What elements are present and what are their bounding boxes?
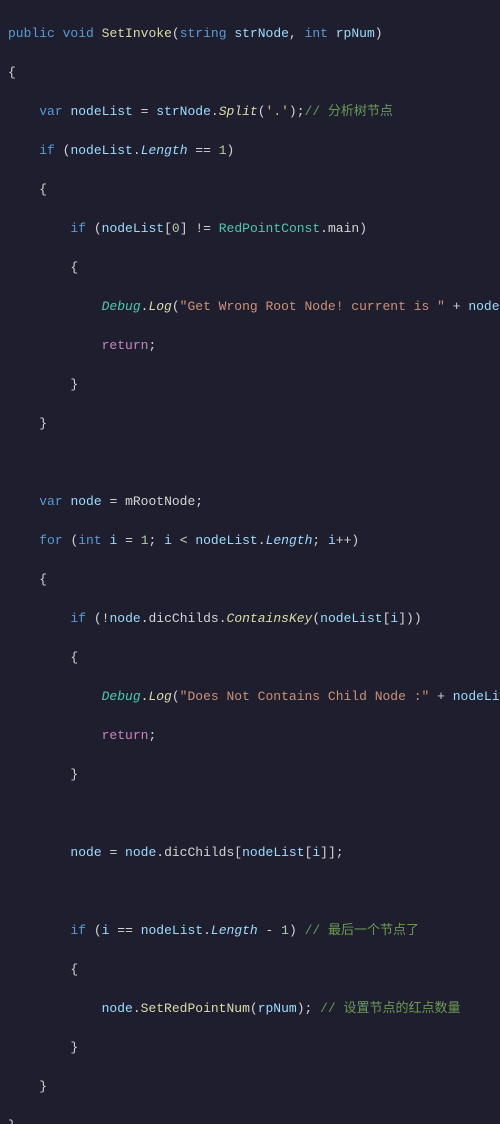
code-line: if (nodeList.Length == 1) xyxy=(8,141,492,161)
code-line xyxy=(8,804,492,824)
code-line: Debug.Log("Does Not Contains Child Node … xyxy=(8,687,492,707)
code-line: node = node.dicChilds[nodeList[i]]; xyxy=(8,843,492,863)
method-name: SetInvoke xyxy=(102,26,172,41)
code-line: if (!node.dicChilds.ContainsKey(nodeList… xyxy=(8,609,492,629)
comment: // 设置节点的红点数量 xyxy=(320,1001,460,1016)
code-line: return; xyxy=(8,336,492,356)
code-line: for (int i = 1; i < nodeList.Length; i++… xyxy=(8,531,492,551)
code-line: var node = mRootNode; xyxy=(8,492,492,512)
code-line xyxy=(8,453,492,473)
code-line: node.SetRedPointNum(rpNum); // 设置节点的红点数量 xyxy=(8,999,492,1019)
code-line: { xyxy=(8,63,492,83)
code-line: Debug.Log("Get Wrong Root Node! current … xyxy=(8,297,492,317)
param-strnode: strNode xyxy=(234,26,289,41)
code-line: } xyxy=(8,1038,492,1058)
param-rpnum: rpNum xyxy=(336,26,375,41)
code-line: { xyxy=(8,258,492,278)
code-line: if (nodeList[0] != RedPointConst.main) xyxy=(8,219,492,239)
code-line: } xyxy=(8,1077,492,1097)
keyword-void: void xyxy=(63,26,94,41)
type-int: int xyxy=(305,26,328,41)
code-line: var nodeList = strNode.Split('.');// 分析树… xyxy=(8,102,492,122)
code-line xyxy=(8,882,492,902)
code-line: } xyxy=(8,375,492,395)
code-line: { xyxy=(8,648,492,668)
type-string: string xyxy=(180,26,227,41)
code-line: { xyxy=(8,570,492,590)
comment: // 最后一个节点了 xyxy=(305,923,419,938)
code-line: return; xyxy=(8,726,492,746)
code-line: } xyxy=(8,414,492,434)
code-line: } xyxy=(8,765,492,785)
comment: // 分析树节点 xyxy=(305,104,393,119)
code-editor[interactable]: public void SetInvoke(string strNode, in… xyxy=(0,0,500,1124)
code-line: { xyxy=(8,180,492,200)
code-line: } xyxy=(8,1116,492,1124)
keyword-public: public xyxy=(8,26,55,41)
code-line: if (i == nodeList.Length - 1) // 最后一个节点了 xyxy=(8,921,492,941)
code-line: { xyxy=(8,960,492,980)
code-line: public void SetInvoke(string strNode, in… xyxy=(8,24,492,44)
